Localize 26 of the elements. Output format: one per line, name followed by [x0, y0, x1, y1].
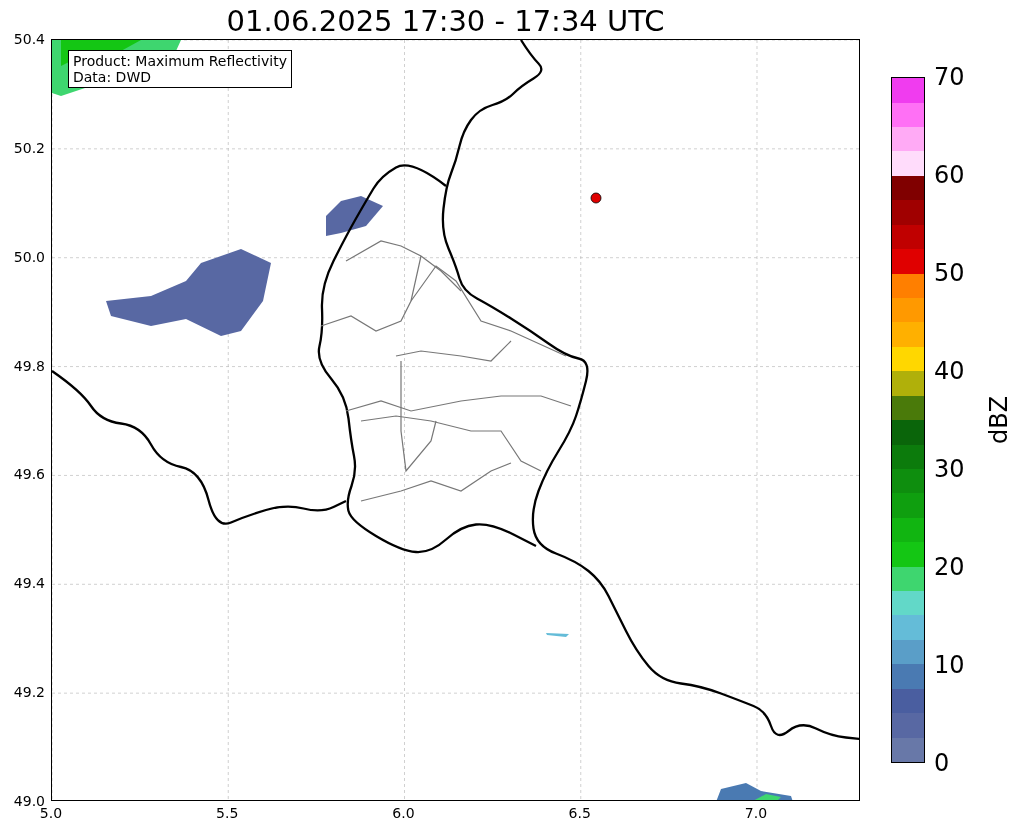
colorbar-tick-label: 30 — [934, 455, 965, 483]
x-tick-label: 6.5 — [567, 805, 592, 821]
radar-echo — [546, 633, 569, 637]
colorbar-tick-label: 40 — [934, 357, 965, 385]
y-tick-label: 50.2 — [13, 139, 45, 156]
y-tick-label: 49.4 — [13, 575, 45, 592]
location-marker — [590, 192, 602, 204]
chart-title: 01.06.2025 17:30 - 17:34 UTC — [226, 3, 665, 39]
colorbar-tick-label: 60 — [934, 161, 965, 189]
colorbar-label: dBZ — [985, 395, 1014, 445]
colorbar-tick-label: 20 — [934, 553, 965, 581]
colorbar-tick-label: 50 — [934, 259, 965, 287]
colorbar-tick-label: 70 — [934, 63, 965, 91]
x-tick-label: 7.0 — [743, 805, 769, 821]
legend-text: Data: DWD — [73, 69, 152, 85]
legend-text: Product: Maximum Reflectivity — [73, 53, 287, 69]
y-tick-label: 50.4 — [13, 31, 45, 47]
y-tick-label: 49.8 — [13, 357, 45, 374]
radar-echo — [326, 196, 383, 236]
x-tick-label: 5.5 — [215, 805, 240, 821]
y-tick-label: 49.6 — [13, 466, 45, 483]
colorbar-tick-label: 10 — [934, 651, 965, 679]
y-tick-label: 49.2 — [13, 684, 45, 701]
x-tick-label: 6.0 — [391, 805, 416, 821]
colorbar-tick-label: 0 — [934, 749, 950, 777]
y-tick-label: 50.0 — [13, 248, 45, 265]
